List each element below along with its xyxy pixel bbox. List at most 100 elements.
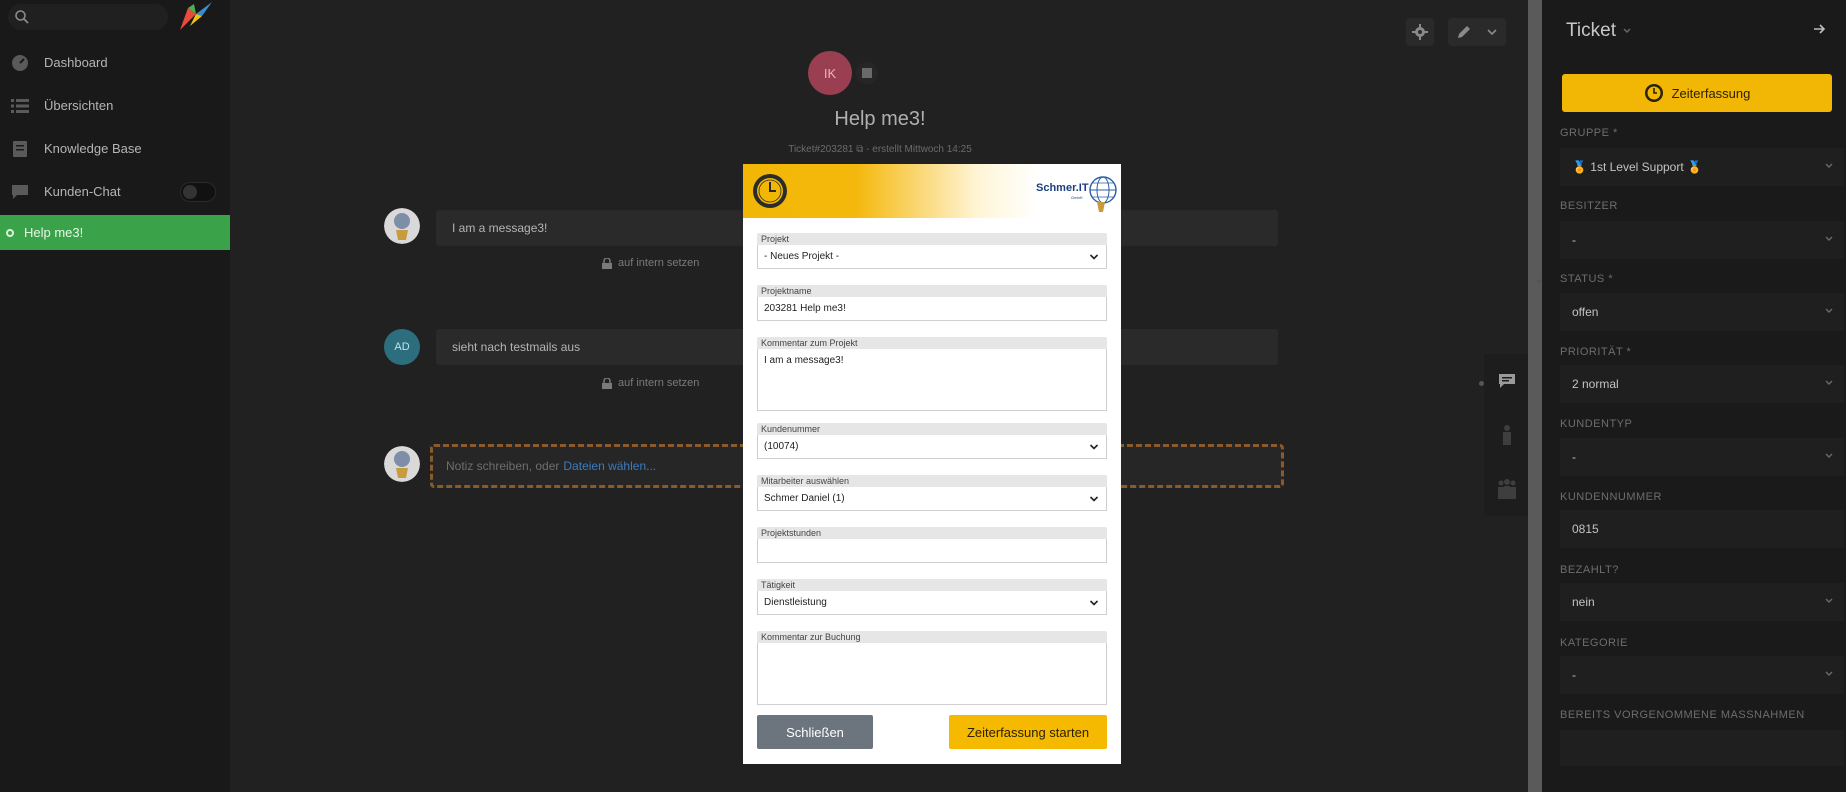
close-button[interactable]: Schließen — [757, 715, 873, 749]
kategorie-select[interactable]: - — [1560, 656, 1844, 694]
chevron-down-icon — [1825, 671, 1833, 676]
projekt-select[interactable]: - Neues Projekt - — [757, 245, 1107, 269]
chevron-down-icon — [1089, 444, 1099, 450]
sidebar: Dashboard Übersichten Knowledge Base Kun… — [0, 0, 230, 792]
field-label-kategorie: KATEGORIE — [1560, 637, 1628, 649]
kundentyp-value: - — [1572, 450, 1576, 464]
ticket-number: Ticket#203281 — [788, 144, 854, 155]
time-tracking-label: Zeiterfassung — [1671, 85, 1751, 101]
customer-avatar[interactable]: IK — [808, 51, 852, 95]
pencil-icon — [1458, 26, 1470, 38]
status-ring-icon — [6, 228, 14, 237]
tab-label: Help me3! — [24, 225, 84, 240]
projektstunden-input[interactable] — [757, 539, 1107, 563]
field-label-projekt: Projekt — [757, 233, 1107, 245]
chat-icon — [10, 182, 30, 202]
chevron-down-icon — [1089, 496, 1099, 502]
field-label-prioritaet: PRIORITÄT * — [1560, 346, 1632, 358]
chevron-down-icon — [1825, 453, 1833, 458]
modal-header: Schmer.IT GmbH — [743, 164, 1121, 218]
field-label-besitzer: BESITZER — [1560, 200, 1618, 212]
kommentar-buchung-textarea[interactable] — [757, 643, 1107, 705]
chat-icon — [1499, 374, 1515, 388]
mitarbeiter-select[interactable]: Schmer Daniel (1) — [757, 487, 1107, 511]
projektname-input[interactable]: 203281 Help me3! — [757, 297, 1107, 321]
kundentyp-select[interactable]: - — [1560, 438, 1844, 476]
agent-avatar-ad[interactable]: AD — [384, 329, 420, 365]
massnahmen-input[interactable] — [1560, 730, 1844, 766]
gear-icon — [1412, 24, 1428, 40]
organization-icon[interactable] — [856, 62, 878, 84]
bezahlt-select[interactable]: nein — [1560, 583, 1844, 621]
kategorie-value: - — [1572, 668, 1576, 682]
time-tracking-button[interactable]: Zeiterfassung — [1562, 74, 1832, 112]
taetigkeit-value: Dienstleistung — [764, 597, 827, 608]
gruppe-value: 🏅 1st Level Support 🏅 — [1572, 160, 1702, 174]
kundennummer-value: 0815 — [1572, 522, 1599, 536]
prioritaet-value: 2 normal — [1572, 377, 1619, 391]
svg-text:GmbH: GmbH — [1071, 195, 1083, 200]
field-label-kommentar-buchung: Kommentar zur Buchung — [757, 631, 1107, 643]
field-label-gruppe: GRUPPE * — [1560, 127, 1618, 139]
lock-icon — [602, 377, 612, 389]
taetigkeit-select[interactable]: Dienstleistung — [757, 591, 1107, 615]
scrollbar[interactable] — [1528, 0, 1542, 792]
search-input[interactable] — [8, 4, 168, 30]
choose-files-link[interactable]: Dateien wählen... — [563, 459, 656, 473]
agent-avatar — [384, 446, 420, 482]
time-tracking-modal: Schmer.IT GmbH Projekt - Neues Projekt -… — [743, 164, 1121, 764]
lock-icon — [602, 257, 612, 269]
status-value: offen — [1572, 305, 1599, 319]
sidebar-item-uebersichten[interactable]: Übersichten — [0, 84, 230, 127]
set-internal-label: auf intern setzen — [618, 377, 700, 389]
ticket-sidebar-title[interactable]: Ticket — [1566, 20, 1632, 42]
sidebar-item-dashboard[interactable]: Dashboard — [0, 41, 230, 84]
gruppe-select[interactable]: 🏅 1st Level Support 🏅 — [1560, 148, 1844, 186]
kommentar-projekt-textarea[interactable]: I am a message3! — [757, 349, 1107, 411]
settings-button[interactable] — [1406, 18, 1434, 46]
field-label-status: STATUS * — [1560, 273, 1614, 285]
side-tabs — [1484, 354, 1530, 516]
set-internal-link[interactable]: auf intern setzen — [602, 257, 699, 269]
chat-toggle[interactable] — [180, 182, 216, 202]
projektname-value: 203281 Help me3! — [764, 303, 846, 314]
agent-avatar[interactable] — [384, 208, 420, 244]
chevron-down-icon — [1825, 236, 1833, 241]
schmer-it-logo: Schmer.IT GmbH — [1036, 176, 1117, 212]
field-label-projektstunden: Projektstunden — [757, 527, 1107, 539]
mitarbeiter-value: Schmer Daniel (1) — [764, 493, 845, 504]
kundenummer-select[interactable]: (10074) — [757, 435, 1107, 459]
tab-organization[interactable] — [1484, 462, 1530, 516]
dashboard-icon — [10, 53, 30, 73]
copy-icon[interactable]: ⧉ — [856, 144, 863, 155]
tab-conversation[interactable] — [1484, 354, 1530, 408]
sidebar-item-kunden-chat[interactable]: Kunden-Chat — [0, 170, 230, 213]
start-time-tracking-button[interactable]: Zeiterfassung starten — [949, 715, 1107, 749]
collapse-arrow-icon[interactable] — [1812, 22, 1826, 36]
group-icon — [1498, 479, 1516, 499]
search-icon — [15, 10, 29, 24]
list-icon — [10, 96, 30, 116]
set-internal-link[interactable]: auf intern setzen — [602, 377, 699, 389]
note-placeholder: Notiz schreiben, oder — [446, 459, 560, 473]
besitzer-select[interactable]: - — [1560, 221, 1844, 259]
chevron-down-icon — [1623, 28, 1631, 33]
tab-customer[interactable] — [1484, 408, 1530, 462]
besitzer-value: - — [1572, 233, 1576, 247]
edit-dropdown-button[interactable] — [1448, 18, 1506, 46]
sidebar-item-label: Kunden-Chat — [44, 184, 121, 199]
field-label-bezahlt: BEZAHLT? — [1560, 564, 1619, 576]
chevron-down-icon — [1825, 598, 1833, 603]
svg-text:Schmer.IT: Schmer.IT — [1036, 182, 1089, 194]
tab-help-me3[interactable]: Help me3! — [0, 215, 230, 250]
field-label-kundennummer: KUNDENNUMMER — [1560, 491, 1662, 503]
kundenummer-value: (10074) — [764, 441, 799, 452]
sidebar-item-label: Übersichten — [44, 98, 114, 113]
sidebar-item-knowledge-base[interactable]: Knowledge Base — [0, 127, 230, 170]
bezahlt-value: nein — [1572, 595, 1595, 609]
prioritaet-select[interactable]: 2 normal — [1560, 365, 1844, 403]
kundennummer-input[interactable]: 0815 — [1560, 510, 1844, 548]
sidebar-item-label: Dashboard — [44, 55, 108, 70]
field-label-kommentar-projekt: Kommentar zum Projekt — [757, 337, 1107, 349]
status-select[interactable]: offen — [1560, 293, 1844, 331]
